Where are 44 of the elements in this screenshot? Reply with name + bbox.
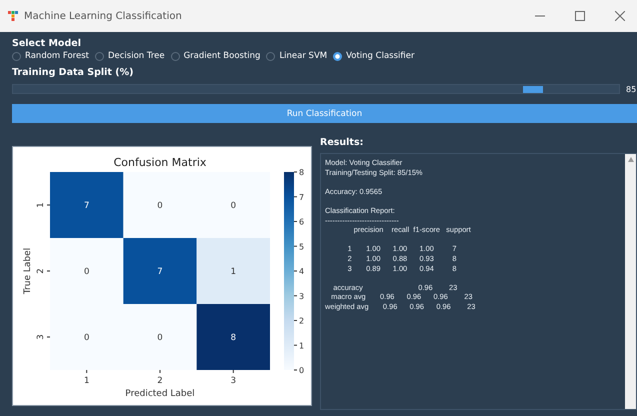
close-icon[interactable] (615, 11, 625, 21)
cell-value: 1 (230, 267, 236, 277)
colorbar-tick-label: 2 (299, 316, 304, 326)
y-axis-label: True Label (23, 248, 33, 294)
colorbar-tick-label: 5 (299, 242, 304, 252)
colorbar-tick-label: 0 (299, 366, 304, 375)
x-tick-label: 2 (157, 376, 163, 386)
radio-option[interactable]: Decision Tree (94, 51, 165, 61)
slider-track[interactable] (12, 84, 620, 94)
cell-value: 0 (157, 201, 163, 211)
cell-value: 0 (84, 333, 90, 343)
colorbar-tick-label: 1 (299, 341, 304, 350)
y-tick-label: 3 (36, 334, 46, 340)
x-tick-label: 3 (230, 376, 236, 386)
section-label: Select Model (12, 38, 82, 49)
cell-value: 8 (230, 333, 236, 343)
slider-thumb[interactable] (522, 86, 543, 93)
colorbar-tick-label: 3 (299, 292, 304, 301)
colorbar-tick-label: 6 (299, 218, 304, 226)
cell-value: 0 (230, 201, 236, 211)
radio-option[interactable]: Random Forest (12, 51, 89, 61)
cell-value: 0 (157, 333, 163, 343)
y-tick-label: 1 (36, 202, 46, 208)
slider-value: 85 (626, 84, 636, 94)
x-axis-label: Predicted Label (125, 389, 195, 399)
cell-value: 7 (84, 201, 90, 211)
maximize-icon[interactable] (575, 11, 585, 21)
section-label: Training Data Split (%) (12, 67, 134, 78)
radio-option[interactable]: Voting Classifier (333, 51, 414, 61)
radio-option[interactable]: Gradient Boosting (170, 51, 260, 61)
y-tick-label: 2 (36, 268, 46, 274)
cell-value: 7 (157, 267, 163, 277)
x-tick-label: 1 (84, 376, 90, 386)
results-text-area[interactable] (320, 153, 637, 410)
colorbar-tick-label: 8 (299, 168, 304, 177)
cell-value: 0 (84, 267, 90, 277)
scrollbar[interactable] (625, 154, 636, 409)
radio-option[interactable]: Linear SVM (266, 51, 328, 61)
colorbar-tick-label: 4 (299, 267, 304, 276)
colorbar-tick-label: 7 (299, 192, 304, 202)
window-title: Machine Learning Classification (24, 10, 183, 22)
chart-title: Confusion Matrix (114, 156, 206, 169)
section-label: Results: (320, 137, 364, 148)
app-icon (8, 11, 18, 21)
